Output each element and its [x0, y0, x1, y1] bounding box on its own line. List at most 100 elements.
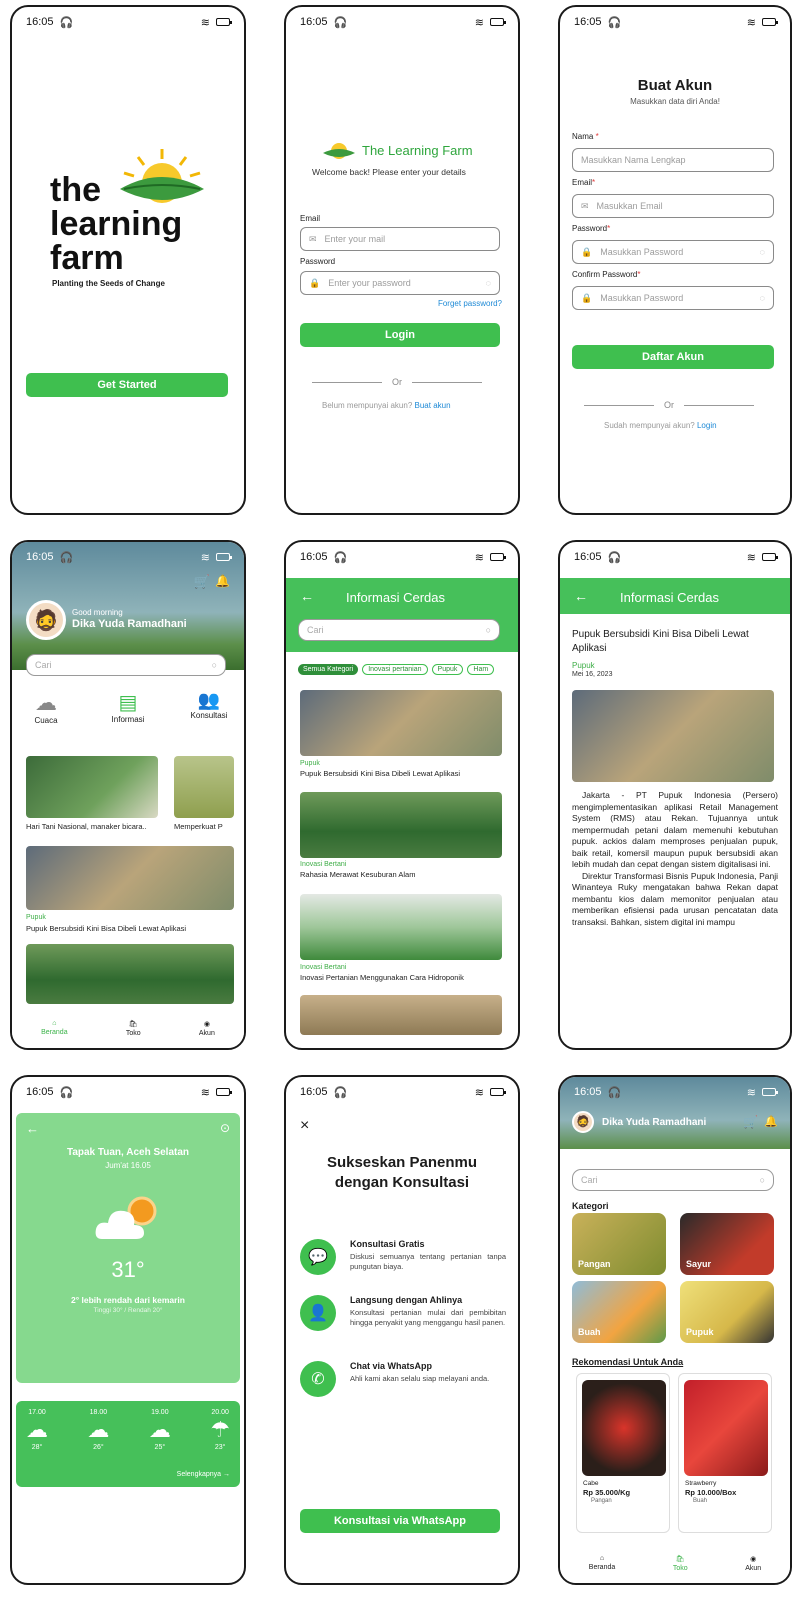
article-photo: [572, 690, 774, 782]
avatar[interactable]: 🧔: [572, 1111, 594, 1133]
get-started-button[interactable]: Get Started: [26, 373, 228, 397]
news-title-2: Memperkuat P: [174, 822, 223, 831]
consultation-screen: 16:05 🎧 ≋ × Sukseskan Panenmu dengan Konsu…: [284, 1075, 520, 1585]
chip-pupuk[interactable]: Pupuk: [431, 664, 464, 675]
login-button[interactable]: Login: [300, 323, 500, 347]
email-field[interactable]: ✉ Masukkan Email: [572, 194, 774, 218]
menu-konsultasi[interactable]: 👥 Konsultasi: [184, 690, 234, 720]
article-paragraph-1: Jakarta - PT Pupuk Indonesia (Persero) m…: [572, 790, 778, 869]
status-bar: 16:05 🎧 ≋: [12, 7, 244, 37]
logo-wordmark: the learning farm: [50, 173, 182, 275]
splash-screen: 16:05 🎧 ≋ the learning farm Planting the …: [10, 5, 246, 515]
register-subtitle: Masukkan data diri Anda!: [630, 97, 720, 106]
article-date: Mei 16, 2023: [572, 671, 613, 678]
or-text: Or: [664, 400, 674, 410]
search-input[interactable]: Cari ○: [572, 1169, 774, 1191]
eye-off-icon[interactable]: ◌: [486, 278, 491, 288]
back-icon[interactable]: ←: [300, 588, 314, 604]
nav-beranda[interactable]: ⌂ Beranda: [589, 1555, 615, 1571]
product-card-cabe[interactable]: Cabe Rp 35.000/Kg Pangan: [576, 1373, 670, 1533]
chip-inovasi[interactable]: Inovasi pertanian: [362, 664, 428, 675]
status-bar: 16:05 🎧 ≋: [560, 542, 790, 572]
category-buah[interactable]: Buah: [572, 1281, 666, 1343]
search-input[interactable]: Cari ○: [298, 619, 500, 641]
eye-off-icon[interactable]: ◌: [760, 247, 765, 257]
eye-off-icon[interactable]: ◌: [760, 293, 765, 303]
close-icon[interactable]: ×: [300, 1117, 309, 1135]
cart-icon[interactable]: 🛒: [743, 1115, 758, 1129]
has-account-text: Sudah mempunyai akun?: [604, 421, 695, 430]
article-photo-4[interactable]: [300, 995, 502, 1035]
people-icon: 👥: [197, 690, 221, 710]
headphones-icon: 🎧: [333, 16, 348, 29]
nav-toko[interactable]: 🛍 Toko: [673, 1555, 688, 1572]
status-time: 16:05: [574, 1086, 602, 1098]
featured-photo[interactable]: [26, 846, 234, 910]
whatsapp-consult-button[interactable]: Konsultasi via WhatsApp: [300, 1509, 500, 1533]
or-text: Or: [392, 377, 402, 387]
cloud-icon: ☁: [35, 690, 57, 715]
back-icon[interactable]: ←: [574, 588, 588, 604]
category-pangan[interactable]: Pangan: [572, 1213, 666, 1275]
article-screen: 16:05 🎧 ≋ ← Informasi Cerdas Pupuk Bersub…: [558, 540, 792, 1050]
news-photo-2[interactable]: [174, 756, 234, 818]
nav-toko[interactable]: 🛍 Toko: [126, 1020, 141, 1037]
category-pupuk[interactable]: Pupuk: [680, 1281, 774, 1343]
search-input[interactable]: Cari ○: [26, 654, 226, 676]
password-placeholder: Enter your password: [328, 278, 411, 288]
register-button[interactable]: Daftar Akun: [572, 345, 774, 369]
confirm-password-field[interactable]: 🔒 Masukkan Password ◌: [572, 286, 774, 310]
wifi-icon: ≋: [746, 1086, 756, 1099]
status-bar: 16:05 🎧 ≋: [286, 1077, 518, 1107]
bell-icon[interactable]: 🔔: [764, 1115, 778, 1128]
password-label: Password*: [572, 224, 611, 233]
brand-name: The Learning Farm: [362, 142, 473, 158]
bell-icon[interactable]: 🔔: [215, 574, 230, 588]
category-sayur[interactable]: Sayur: [680, 1213, 774, 1275]
article-photo-3[interactable]: [300, 894, 502, 960]
news-photo-1[interactable]: [26, 756, 158, 818]
cart-icon[interactable]: 🛒: [194, 574, 210, 590]
nav-label: Toko: [672, 1564, 688, 1572]
article-photo-1[interactable]: [300, 690, 502, 756]
hourly-row: 17.00 ☁ 28° 18.00 ☁ 26° 19.00 ☁ 25° 20.00 ☂ 23°: [26, 1409, 230, 1451]
chip-row: Semua Kategori Inovasi pertanian Pupuk H…: [298, 664, 495, 675]
current-temp: 31°: [111, 1257, 145, 1282]
menu-informasi[interactable]: ▤ Informasi: [98, 690, 158, 724]
hour-3: 19.00 ☁ 25°: [148, 1409, 171, 1451]
nav-akun[interactable]: ◉ Akun: [199, 1020, 215, 1037]
status-bar: 16:05 🎧 ≋: [286, 542, 518, 572]
product-card-strawberry[interactable]: Strawberry Rp 10.000/Box Buah: [678, 1373, 772, 1533]
nav-beranda[interactable]: ⌂ Beranda: [41, 1020, 67, 1036]
password-field[interactable]: 🔒 Enter your password ◌: [300, 271, 500, 295]
create-account-link[interactable]: Buat akun: [415, 401, 451, 410]
search-placeholder: Cari: [35, 660, 52, 670]
see-more-link[interactable]: Selengkapnya →: [177, 1471, 230, 1478]
chip-ham[interactable]: Ham: [467, 664, 495, 675]
article-photo-2[interactable]: [300, 792, 502, 858]
search-icon: ○: [211, 660, 217, 670]
battery-icon: [490, 18, 506, 26]
email-field[interactable]: ✉ Enter your mail: [300, 227, 500, 251]
info-board-icon: ▤: [118, 692, 138, 714]
news-photo-3[interactable]: [26, 944, 234, 1004]
login-link[interactable]: Login: [697, 421, 717, 430]
chip-all[interactable]: Semua Kategori: [298, 664, 359, 675]
name-field[interactable]: Masukkan Nama Lengkap: [572, 148, 774, 172]
headphones-icon: 🎧: [607, 16, 622, 29]
article-category-3: Inovasi Bertani: [300, 964, 347, 971]
nav-akun[interactable]: ◉ Akun: [745, 1555, 761, 1572]
back-icon[interactable]: ←: [26, 1121, 39, 1136]
shop-screen: 16:05 🎧 ≋ 🧔 Dika Yuda Ramadhani 🛒 🔔 Cari ○…: [558, 1075, 792, 1585]
phone-icon: ✆: [300, 1361, 336, 1397]
mail-icon: ✉: [309, 233, 317, 244]
avatar[interactable]: 🧔: [26, 600, 66, 640]
headphones-icon: 🎧: [607, 551, 622, 564]
battery-icon: [762, 18, 778, 26]
bag-icon: 🛍: [128, 1020, 138, 1028]
location-pin-icon[interactable]: ⊙: [220, 1121, 230, 1135]
forgot-password-link[interactable]: Forget password?: [438, 299, 502, 308]
password-field[interactable]: 🔒 Masukkan Password ◌: [572, 240, 774, 264]
weather-datetime: Jum'at 16.05: [105, 1161, 151, 1170]
menu-cuaca[interactable]: ☁ Cuaca: [26, 690, 66, 725]
